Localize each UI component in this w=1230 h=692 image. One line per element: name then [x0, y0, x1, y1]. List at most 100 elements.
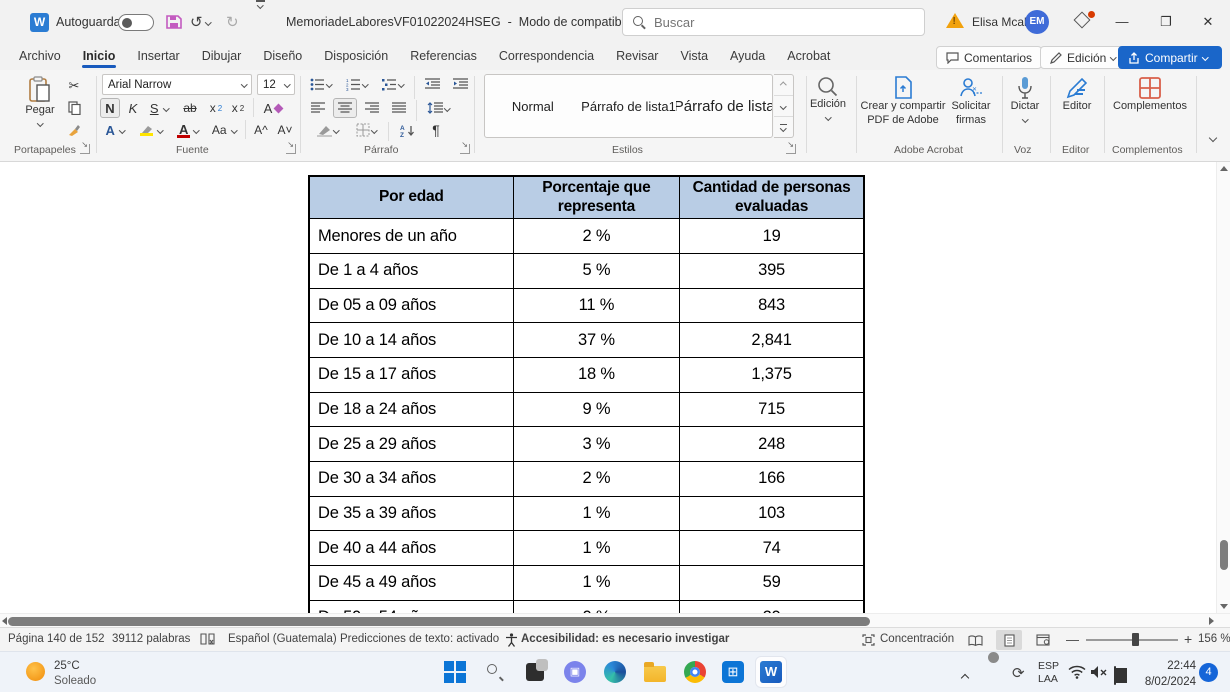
- chat-button[interactable]: ▣: [560, 657, 590, 687]
- tab-dibujar[interactable]: Dibujar: [191, 44, 253, 68]
- tab-inicio[interactable]: Inicio: [72, 44, 127, 68]
- bullets-button[interactable]: [306, 74, 336, 94]
- align-center-button[interactable]: [333, 98, 357, 118]
- zoom-slider[interactable]: [1086, 633, 1178, 646]
- horizontal-scrollbar[interactable]: [0, 613, 1230, 627]
- font-color-button[interactable]: A: [172, 120, 204, 140]
- taskbar-search-button[interactable]: [480, 657, 510, 687]
- avatar[interactable]: EM: [1025, 10, 1049, 34]
- shrink-font-button[interactable]: A˅: [274, 120, 296, 140]
- customize-toolbar-icon[interactable]: [256, 0, 265, 44]
- collapse-ribbon-button[interactable]: [1202, 128, 1224, 148]
- find-menu-button[interactable]: Edición: [806, 76, 850, 121]
- word-count[interactable]: 39112 palabras: [112, 628, 190, 651]
- wifi-icon[interactable]: [1068, 665, 1086, 679]
- shading-button[interactable]: [312, 120, 344, 140]
- close-button[interactable]: ✕: [1186, 0, 1230, 44]
- age-table[interactable]: Por edad Porcentaje que representa Canti…: [308, 175, 865, 627]
- dictate-button[interactable]: Dictar: [1004, 76, 1046, 123]
- keyboard-language[interactable]: ESP LAA: [1038, 660, 1059, 686]
- style-parrafo-de-lista1[interactable]: Párrafo de lista1: [581, 75, 677, 137]
- warning-icon[interactable]: [946, 13, 964, 28]
- tab-disposicion[interactable]: Disposición: [313, 44, 399, 68]
- highlight-button[interactable]: [134, 120, 168, 140]
- styles-scroll-up[interactable]: [774, 75, 793, 96]
- autosave-toggle[interactable]: [118, 14, 154, 31]
- web-layout-button[interactable]: [1030, 630, 1056, 650]
- start-button[interactable]: [440, 657, 470, 687]
- cut-button[interactable]: ✂: [62, 76, 86, 96]
- change-case-button[interactable]: Aa: [208, 120, 240, 140]
- style-parrafo-de-lista[interactable]: Párrafo de lista: [676, 75, 772, 137]
- weather-widget[interactable]: [26, 662, 45, 681]
- page-indicator[interactable]: Página 140 de 152: [8, 628, 105, 651]
- clipboard-dialog-launcher[interactable]: [80, 144, 90, 154]
- notification-badge[interactable]: 4: [1199, 663, 1218, 682]
- tab-insertar[interactable]: Insertar: [126, 44, 190, 68]
- strikethrough-button[interactable]: ab: [178, 98, 202, 118]
- search-input[interactable]: [654, 14, 894, 30]
- align-right-button[interactable]: [360, 98, 384, 118]
- vertical-scroll-thumb[interactable]: [1220, 540, 1228, 570]
- tray-expand-button[interactable]: [960, 668, 970, 686]
- numbering-button[interactable]: 123: [342, 74, 372, 94]
- mute-icon[interactable]: [1090, 665, 1107, 679]
- underline-button[interactable]: S: [145, 98, 173, 118]
- task-view-button[interactable]: [520, 657, 550, 687]
- undo-button[interactable]: ↺: [190, 0, 212, 44]
- font-name-combo[interactable]: Arial Narrow: [102, 74, 252, 95]
- accessibility-status[interactable]: Accesibilidad: es necesario investigar: [521, 628, 729, 651]
- scroll-down-arrow[interactable]: [1220, 604, 1228, 609]
- document-title[interactable]: MemoriadeLaboresVF01022024HSEG - Modo de…: [286, 0, 649, 44]
- style-normal[interactable]: Normal: [485, 75, 581, 137]
- styles-scroll-down[interactable]: [774, 96, 793, 117]
- edge-button[interactable]: [600, 657, 630, 687]
- tab-diseno[interactable]: Diseño: [252, 44, 313, 68]
- format-painter-button[interactable]: [62, 120, 86, 140]
- line-spacing-button[interactable]: [422, 98, 454, 118]
- bold-button[interactable]: N: [100, 98, 120, 118]
- store-button[interactable]: ⊞: [718, 657, 748, 687]
- focus-mode-button[interactable]: Concentración: [880, 628, 954, 651]
- paragraph-dialog-launcher[interactable]: [460, 144, 470, 154]
- tab-ayuda[interactable]: Ayuda: [719, 44, 776, 68]
- copy-button[interactable]: [62, 98, 86, 118]
- language-indicator[interactable]: Español (Guatemala): [228, 628, 337, 651]
- tab-acrobat[interactable]: Acrobat: [776, 44, 841, 68]
- create-pdf-button[interactable]: Crear y compartir PDF de Adobe: [860, 76, 946, 128]
- sort-button[interactable]: AZ: [394, 120, 422, 140]
- search-bar[interactable]: [622, 8, 925, 36]
- clock[interactable]: 22:44 8/02/2024: [1140, 659, 1196, 690]
- file-explorer-button[interactable]: [640, 657, 670, 687]
- tab-revisar[interactable]: Revisar: [605, 44, 669, 68]
- pilcrow-button[interactable]: ¶: [426, 120, 446, 140]
- restore-button[interactable]: ❐: [1144, 0, 1188, 44]
- align-left-button[interactable]: [306, 98, 330, 118]
- editor-button[interactable]: Editor: [1054, 76, 1100, 114]
- battery-icon[interactable]: [1114, 666, 1116, 685]
- zoom-in-button[interactable]: +: [1184, 628, 1192, 651]
- tab-correspondencia[interactable]: Correspondencia: [488, 44, 605, 68]
- request-signatures-button[interactable]: ✕ Solicitar firmas: [944, 76, 998, 128]
- paste-button[interactable]: Pegar: [18, 76, 62, 127]
- styles-dialog-launcher[interactable]: [786, 144, 796, 154]
- zoom-out-button[interactable]: —: [1066, 628, 1079, 651]
- borders-button[interactable]: [350, 120, 382, 140]
- proofing-icon[interactable]: [200, 633, 215, 646]
- chrome-button[interactable]: [680, 657, 710, 687]
- tab-archivo[interactable]: Archivo: [8, 44, 72, 68]
- addins-button[interactable]: Complementos: [1110, 76, 1190, 114]
- scroll-left-arrow[interactable]: [2, 617, 7, 625]
- user-name[interactable]: Elisa Mcal: [972, 0, 1027, 44]
- vertical-scrollbar[interactable]: [1216, 162, 1230, 613]
- font-dialog-launcher[interactable]: [286, 144, 296, 154]
- clear-format-button[interactable]: A: [260, 98, 286, 118]
- print-layout-button[interactable]: [996, 630, 1022, 650]
- text-effects-button[interactable]: A: [100, 120, 130, 140]
- comments-button[interactable]: Comentarios: [936, 46, 1043, 69]
- superscript-button[interactable]: x2: [228, 98, 248, 118]
- redo-button[interactable]: ↻: [226, 0, 239, 44]
- read-mode-button[interactable]: [962, 630, 988, 650]
- subscript-button[interactable]: x2: [206, 98, 226, 118]
- increase-indent-button[interactable]: [448, 74, 472, 94]
